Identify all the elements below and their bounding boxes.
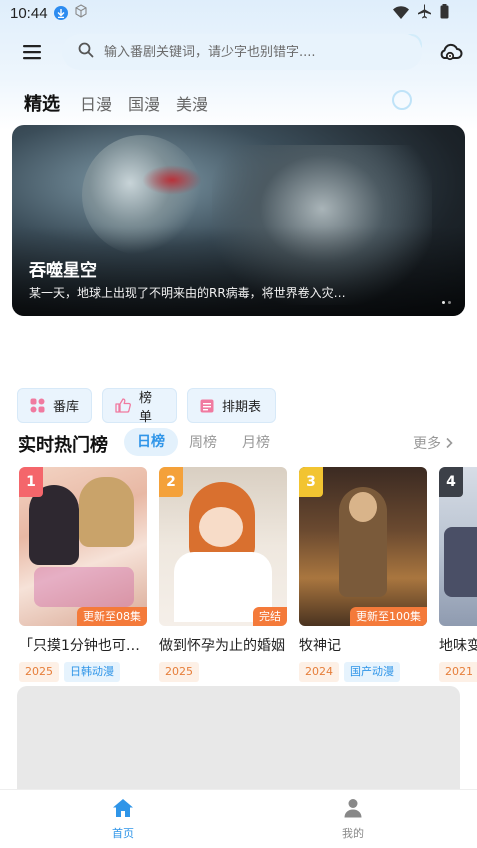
pagination-dot xyxy=(442,301,445,304)
home-icon xyxy=(112,798,134,818)
cover-art xyxy=(79,477,134,547)
leaderboard-button[interactable]: 榜单 xyxy=(102,388,177,425)
wifi-icon xyxy=(393,5,409,23)
tab-daily-rank[interactable]: 日榜 xyxy=(124,428,178,456)
schedule-button[interactable]: 排期表 xyxy=(187,388,276,423)
status-time: 10:44 xyxy=(10,4,48,22)
cover-art xyxy=(34,567,134,607)
category-tabs: 精选 日漫 国漫 美漫 xyxy=(24,90,224,116)
grid-icon xyxy=(30,398,45,413)
rank-card[interactable]: 3 更新至100集 牧神记 2024 国产动漫 xyxy=(299,467,427,682)
banner-description: 某一天，地球上出现了不明来由的RR病毒，将世界卷入灾… xyxy=(29,286,346,300)
year-tag: 2025 xyxy=(159,662,199,682)
category-tag: 国产动漫 xyxy=(344,662,400,682)
episode-badge: 更新至100集 xyxy=(350,607,427,626)
tab-featured[interactable]: 精选 xyxy=(24,90,60,116)
calendar-icon xyxy=(200,398,214,413)
anime-cover: 3 更新至100集 xyxy=(299,467,427,626)
year-tag: 2025 xyxy=(19,662,59,682)
nav-profile-label: 我的 xyxy=(342,827,364,840)
chevron-right-icon xyxy=(445,437,453,449)
nav-home-label: 首页 xyxy=(112,827,134,840)
search-bar[interactable] xyxy=(62,34,422,70)
nav-home[interactable]: 首页 xyxy=(83,798,163,841)
tab-american-anime[interactable]: 美漫 xyxy=(176,91,208,115)
more-link[interactable]: 更多 xyxy=(413,433,453,453)
search-icon xyxy=(78,42,94,62)
battery-icon xyxy=(440,4,449,23)
year-tag: 2024 xyxy=(299,662,339,682)
anime-title: 「只摸1分钟也可… xyxy=(19,638,140,654)
cover-art xyxy=(349,492,377,522)
leaderboard-label: 榜单 xyxy=(139,390,153,425)
tab-japanese-anime[interactable]: 日漫 xyxy=(80,91,112,115)
more-label: 更多 xyxy=(413,436,441,452)
tag-list: 2025 日韩动漫 xyxy=(19,662,147,682)
banner-artwork xyxy=(142,165,202,195)
download-icon xyxy=(53,6,68,20)
year-tag: 2021 xyxy=(439,662,477,682)
rank-badge: 4 xyxy=(439,467,463,497)
tab-weekly-rank[interactable]: 周榜 xyxy=(189,432,217,452)
tag-list: 2021 xyxy=(439,662,477,682)
airplane-icon xyxy=(417,4,432,23)
anime-title: 牧神记 xyxy=(299,638,341,654)
rank-badge: 1 xyxy=(19,467,43,497)
decor-circle xyxy=(392,90,412,110)
anime-title: 地味变 xyxy=(439,638,477,654)
menu-button[interactable] xyxy=(20,40,44,64)
cover-art xyxy=(29,485,79,565)
anime-cover: 2 完结 xyxy=(159,467,287,626)
rank-card[interactable]: 4 地味变 2021 xyxy=(439,467,477,682)
status-bar: 10:44 xyxy=(0,0,477,26)
banner-title: 吞噬星空 xyxy=(29,261,97,281)
cloud-icon xyxy=(440,43,463,61)
rank-badge: 3 xyxy=(299,467,323,497)
cloud-sync-button[interactable] xyxy=(437,40,463,64)
nav-profile[interactable]: 我的 xyxy=(313,798,393,841)
tag-list: 2024 国产动漫 xyxy=(299,662,427,682)
rank-card[interactable]: 1 更新至08集 「只摸1分钟也可… 2025 日韩动漫 xyxy=(19,467,147,682)
episode-badge: 更新至08集 xyxy=(77,607,147,626)
anime-cover: 1 更新至08集 xyxy=(19,467,147,626)
cover-art xyxy=(444,527,477,597)
library-button[interactable]: 番库 xyxy=(17,388,92,423)
user-icon xyxy=(343,798,363,818)
anime-cover: 4 xyxy=(439,467,477,626)
episode-badge: 完结 xyxy=(253,607,287,626)
featured-banner[interactable]: 吞噬星空 某一天，地球上出现了不明来由的RR病毒，将世界卷入灾… xyxy=(12,125,465,316)
thumb-up-icon xyxy=(115,398,131,413)
cube-icon xyxy=(74,4,88,22)
ranking-title: 实时热门榜 xyxy=(18,435,108,456)
tab-monthly-rank[interactable]: 月榜 xyxy=(242,432,270,452)
cover-art xyxy=(199,507,243,547)
schedule-label: 排期表 xyxy=(222,400,262,415)
pagination-dot xyxy=(448,301,451,304)
anime-title: 做到怀孕为止的婚姻 xyxy=(159,638,285,654)
rank-badge: 2 xyxy=(159,467,183,497)
tag-list: 2025 xyxy=(159,662,287,682)
category-tag: 日韩动漫 xyxy=(64,662,120,682)
search-input[interactable] xyxy=(104,44,404,60)
tab-chinese-anime[interactable]: 国漫 xyxy=(128,91,160,115)
hamburger-icon xyxy=(23,45,41,60)
banner-pagination xyxy=(442,301,451,304)
bottom-navigation: 首页 我的 xyxy=(0,789,477,848)
content-placeholder xyxy=(17,686,460,806)
rank-card[interactable]: 2 完结 做到怀孕为止的婚姻 2025 xyxy=(159,467,287,682)
library-label: 番库 xyxy=(53,400,80,415)
